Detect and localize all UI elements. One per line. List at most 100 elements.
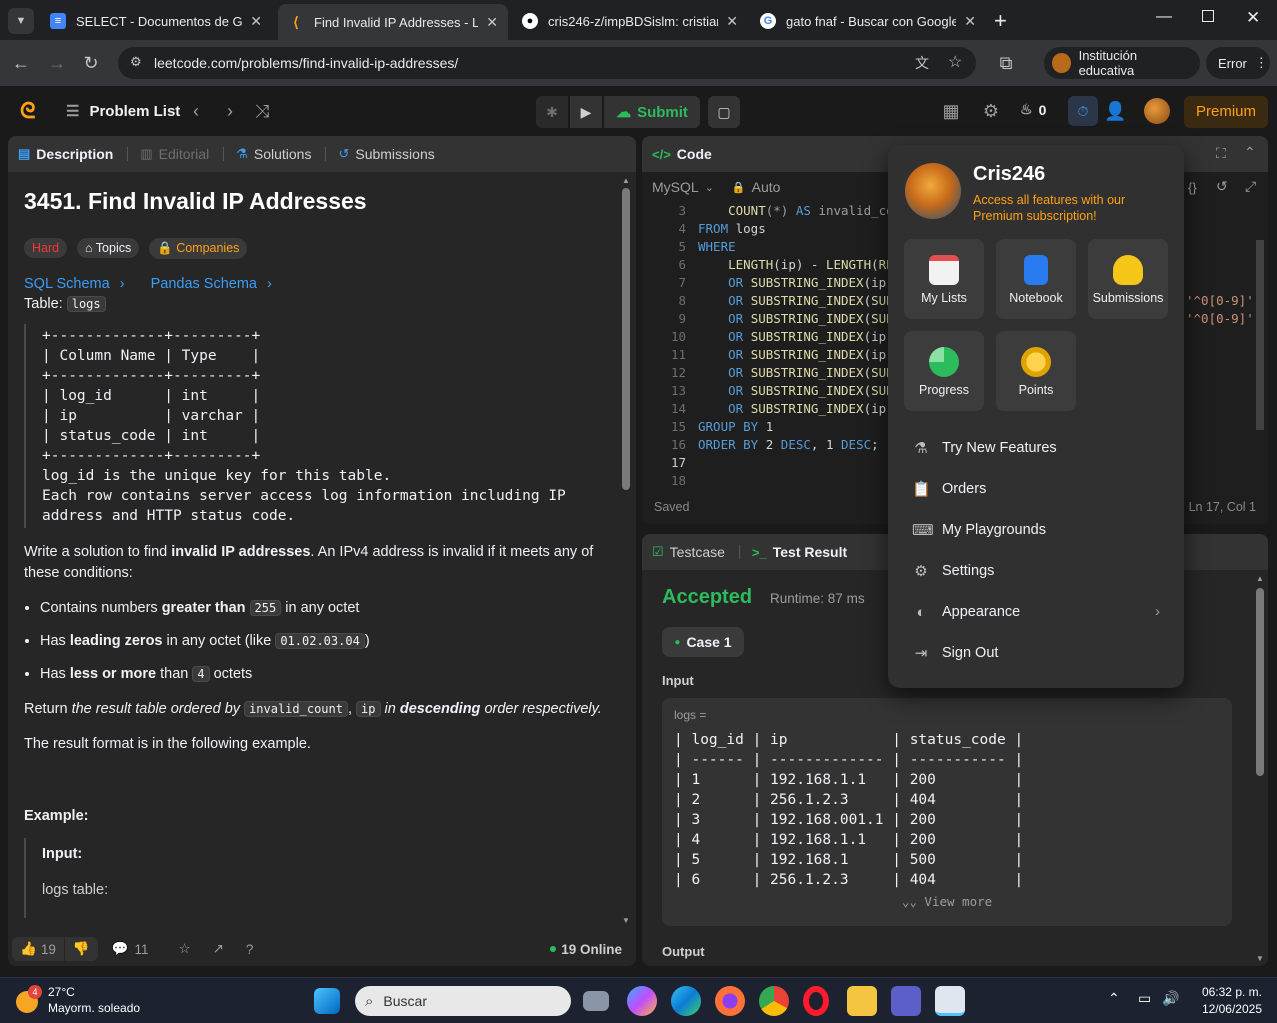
error-button[interactable]: Error ⋮ — [1206, 47, 1270, 79]
bookmark-star-icon[interactable]: ☆ — [948, 52, 962, 72]
translate-icon[interactable]: 文 — [915, 53, 929, 73]
editor-scrollbar[interactable] — [1256, 240, 1264, 430]
reset-code-icon[interactable]: ↺ — [1216, 178, 1228, 195]
url-input[interactable]: ⚙ leetcode.com/problems/find-invalid-ip-… — [118, 47, 976, 79]
fullscreen-icon[interactable]: ⛶ — [1216, 145, 1226, 162]
scroll-thumb[interactable] — [1256, 588, 1264, 776]
sql-schema-link[interactable]: SQL Schema — [24, 276, 110, 292]
close-tab-icon[interactable]: ✕ — [486, 14, 498, 31]
my-lists-tile[interactable]: My Lists — [904, 239, 984, 319]
site-info-icon[interactable]: ⚙ — [130, 54, 142, 70]
layout-icon[interactable]: ▦ — [940, 100, 962, 122]
result-scrollbar[interactable]: ▲ ▼ — [1254, 570, 1266, 966]
premium-promo[interactable]: Access all features with our Premium sub… — [973, 192, 1163, 224]
chrome-icon[interactable] — [759, 986, 789, 1016]
notebook-tile[interactable]: Notebook — [996, 239, 1076, 319]
maximize-icon[interactable] — [1202, 10, 1214, 22]
menu-item-try-new-features[interactable]: ⚗ Try New Features — [912, 436, 1056, 460]
browser-tab-active[interactable]: ⟨ Find Invalid IP Addresses - Leet ✕ — [278, 4, 508, 40]
shuffle-icon[interactable]: ⤨ — [251, 100, 273, 122]
start-button[interactable] — [314, 988, 340, 1014]
menu-username[interactable]: Cris246 — [973, 163, 1045, 186]
opera-icon[interactable] — [803, 986, 829, 1016]
submissions-tile[interactable]: Submissions — [1088, 239, 1168, 319]
leetcode-logo-icon[interactable]: ᘓ — [20, 98, 36, 124]
next-problem-icon[interactable]: › — [219, 100, 241, 122]
firefox-icon[interactable] — [715, 986, 745, 1016]
scroll-down-icon[interactable]: ▼ — [622, 916, 630, 925]
help-icon[interactable]: ? — [246, 942, 254, 957]
debug-button[interactable]: ✱ — [536, 96, 568, 128]
tab-editorial[interactable]: ▥ Editorial — [140, 146, 209, 162]
format-code-icon[interactable]: {} — [1188, 180, 1197, 195]
browser-tab[interactable]: ≡ SELECT - Documentos de Goog ✕ — [40, 6, 272, 36]
prev-problem-icon[interactable]: ‹ — [185, 100, 207, 122]
progress-tile[interactable]: Progress — [904, 331, 984, 411]
scroll-down-icon[interactable]: ▼ — [1256, 954, 1264, 963]
collapse-icon[interactable]: ⌃ — [1244, 144, 1256, 161]
topics-button[interactable]: ⌂ Topics — [76, 238, 140, 258]
tab-submissions[interactable]: ↺ Submissions — [338, 146, 434, 162]
tab-test-result[interactable]: >_ Test Result — [752, 544, 847, 560]
timer-button[interactable]: ⏱ — [1068, 96, 1098, 126]
expand-editor-icon[interactable]: ⤢ — [1245, 178, 1256, 195]
browser-tab[interactable]: G gato fnaf - Buscar con Google ✕ — [750, 6, 986, 36]
comments-button[interactable]: 💬 11 — [112, 941, 149, 957]
share-icon[interactable]: ↗ — [213, 941, 224, 957]
clock[interactable]: 06:32 p. m. 12/06/2025 — [1186, 984, 1262, 1018]
menu-item-orders[interactable]: 📋 Orders — [912, 477, 986, 501]
file-explorer-icon[interactable] — [847, 986, 877, 1016]
close-tab-icon[interactable]: ✕ — [726, 13, 738, 30]
submit-button[interactable]: ☁ Submit — [604, 96, 700, 128]
companies-button[interactable]: 🔒 Companies — [149, 238, 248, 259]
back-icon[interactable]: ← — [8, 50, 34, 76]
case-tab[interactable]: ● Case 1 — [662, 627, 744, 657]
weather-widget[interactable]: 4 27°C Mayorm. soleado — [16, 984, 140, 1016]
close-tab-icon[interactable]: ✕ — [964, 13, 976, 30]
notepad-icon[interactable] — [935, 986, 965, 1016]
tab-solutions[interactable]: ⚗ Solutions — [236, 146, 311, 162]
menu-item-my-playgrounds[interactable]: ⌨ My Playgrounds — [912, 518, 1046, 542]
close-window-icon[interactable]: ✕ — [1246, 8, 1260, 28]
teams-icon[interactable] — [891, 986, 921, 1016]
tray-chevron-icon[interactable]: ⌃ — [1108, 990, 1120, 1007]
reload-icon[interactable]: ↻ — [78, 50, 104, 76]
task-view-icon[interactable] — [583, 991, 609, 1011]
settings-icon[interactable]: ⚙ — [980, 100, 1002, 122]
tab-testcase[interactable]: ☑ Testcase — [652, 544, 725, 560]
auto-toggle[interactable]: 🔒 Auto — [732, 179, 781, 195]
extensions-icon[interactable]: ⧉ — [993, 50, 1019, 76]
premium-button[interactable]: Premium — [1184, 96, 1268, 128]
description-scrollbar[interactable]: ▲ ▼ — [620, 176, 632, 928]
points-tile[interactable]: Points — [996, 331, 1076, 411]
close-tab-icon[interactable]: ✕ — [250, 13, 262, 30]
dislike-button[interactable]: 👎 — [64, 937, 98, 961]
run-button[interactable]: ▶ — [570, 96, 602, 128]
pandas-schema-link[interactable]: Pandas Schema — [151, 276, 257, 292]
profile-button[interactable]: Institución educativa — [1044, 47, 1200, 79]
network-icon[interactable]: ▭ — [1138, 990, 1151, 1007]
streak-counter[interactable]: ♨ 0 — [1020, 101, 1046, 118]
copilot-icon[interactable] — [627, 986, 657, 1016]
edge-icon[interactable] — [671, 986, 701, 1016]
forward-icon[interactable]: → — [44, 50, 70, 76]
tab-description[interactable]: ▤ Description — [18, 146, 113, 162]
scroll-thumb[interactable] — [622, 188, 630, 490]
view-more-button[interactable]: ⌄⌄ View more — [674, 894, 1220, 909]
menu-item-settings[interactable]: ⚙ Settings — [912, 559, 994, 583]
taskbar-search[interactable]: ⌕ Buscar — [355, 986, 571, 1016]
favorite-star-icon[interactable]: ☆ — [178, 941, 190, 957]
problem-list-button[interactable]: ☰ Problem List — [66, 102, 180, 121]
like-button[interactable]: 👍 19 — [12, 937, 64, 961]
new-tab-icon[interactable]: + — [994, 8, 1007, 34]
volume-icon[interactable]: 🔊 — [1162, 990, 1179, 1007]
minimize-icon[interactable]: — — [1156, 8, 1172, 26]
scroll-up-icon[interactable]: ▲ — [1256, 574, 1264, 583]
scroll-up-icon[interactable]: ▲ — [622, 176, 630, 185]
notes-button[interactable]: ▢ — [708, 96, 740, 128]
tab-search-button[interactable]: ▼ — [8, 8, 34, 34]
tab-code[interactable]: </> Code — [652, 146, 712, 162]
menu-item-sign-out[interactable]: ⇥ Sign Out — [912, 641, 999, 665]
user-avatar[interactable] — [1144, 98, 1170, 124]
browser-tab[interactable]: ● cris246-z/impBDSislm: cristian c ✕ — [512, 6, 748, 36]
